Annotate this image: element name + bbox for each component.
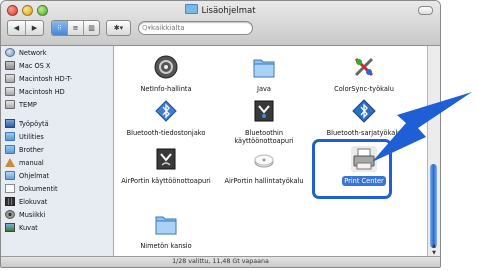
callout-arrow-icon (372, 92, 472, 162)
